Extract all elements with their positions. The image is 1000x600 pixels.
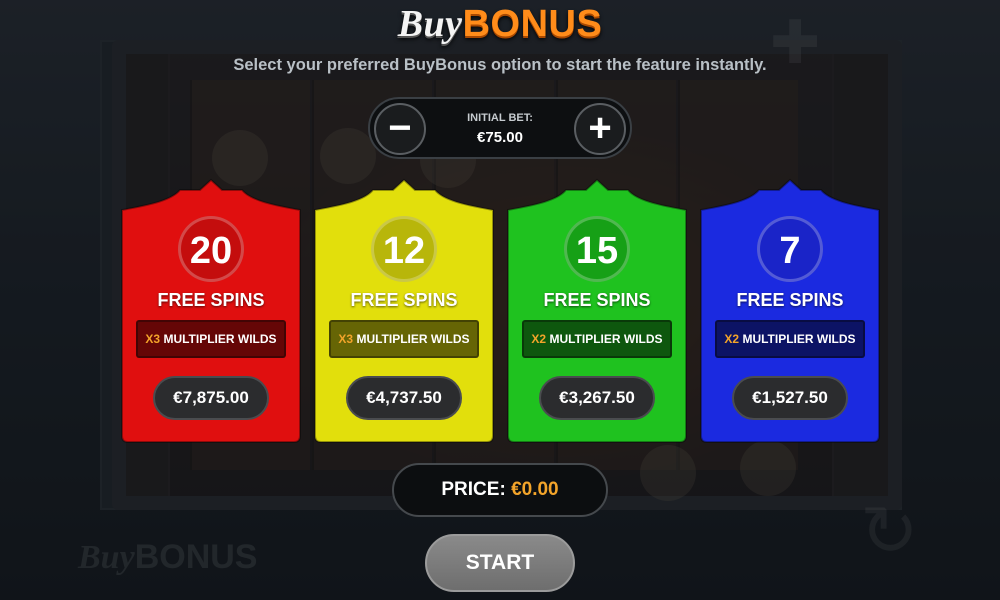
title-buy: Buy <box>397 3 463 45</box>
free-spins-label: FREE SPINS <box>350 290 458 310</box>
option-price[interactable]: €7,875.00 <box>153 376 269 420</box>
increase-bet-button[interactable]: + <box>574 103 626 155</box>
price-summary: PRICE: €0.00 <box>392 463 608 517</box>
start-button[interactable]: START <box>425 534 575 592</box>
multiplier-value: X2 <box>724 332 740 346</box>
option-price[interactable]: €3,267.50 <box>539 376 655 420</box>
multiplier-text: MULTIPLIER WILDS <box>549 332 663 346</box>
subtitle: Select your preferred BuyBonus option to… <box>233 56 767 74</box>
title-bonus: BONUS <box>462 3 603 45</box>
multiplier-value: X3 <box>338 332 354 346</box>
page-title: BuyBONUS <box>0 2 1000 46</box>
multiplier-wilds-box: X2 MULTIPLIER WILDS <box>522 320 672 358</box>
multiplier-text: MULTIPLIER WILDS <box>742 332 856 346</box>
price-value: €0.00 <box>511 479 559 500</box>
bet-selector: − INITIAL BET: €75.00 + <box>368 97 632 159</box>
bonus-option-card[interactable]: 20 FREE SPINS X3 MULTIPLIER WILDS €7,875… <box>120 178 302 444</box>
spin-count-badge: 15 <box>564 216 630 282</box>
multiplier-wilds-box: X3 MULTIPLIER WILDS <box>329 320 479 358</box>
multiplier-text: MULTIPLIER WILDS <box>163 332 277 346</box>
option-price[interactable]: €4,737.50 <box>346 376 462 420</box>
multiplier-value: X2 <box>531 332 547 346</box>
multiplier-wilds-box: X3 MULTIPLIER WILDS <box>136 320 286 358</box>
spin-count-badge: 20 <box>178 216 244 282</box>
free-spins-label: FREE SPINS <box>157 290 265 310</box>
option-price[interactable]: €1,527.50 <box>732 376 848 420</box>
bonus-option-card[interactable]: 15 FREE SPINS X2 MULTIPLIER WILDS €3,267… <box>506 178 688 444</box>
free-spins-label: FREE SPINS <box>543 290 651 310</box>
free-spins-label: FREE SPINS <box>736 290 844 310</box>
multiplier-value: X3 <box>145 332 161 346</box>
multiplier-wilds-box: X2 MULTIPLIER WILDS <box>715 320 865 358</box>
bonus-option-card[interactable]: 7 FREE SPINS X2 MULTIPLIER WILDS €1,527.… <box>699 178 881 444</box>
price-label: PRICE: <box>441 479 506 500</box>
multiplier-text: MULTIPLIER WILDS <box>356 332 470 346</box>
spin-count-badge: 12 <box>371 216 437 282</box>
spin-count-badge: 7 <box>757 216 823 282</box>
bonus-option-card[interactable]: 12 FREE SPINS X3 MULTIPLIER WILDS €4,737… <box>313 178 495 444</box>
